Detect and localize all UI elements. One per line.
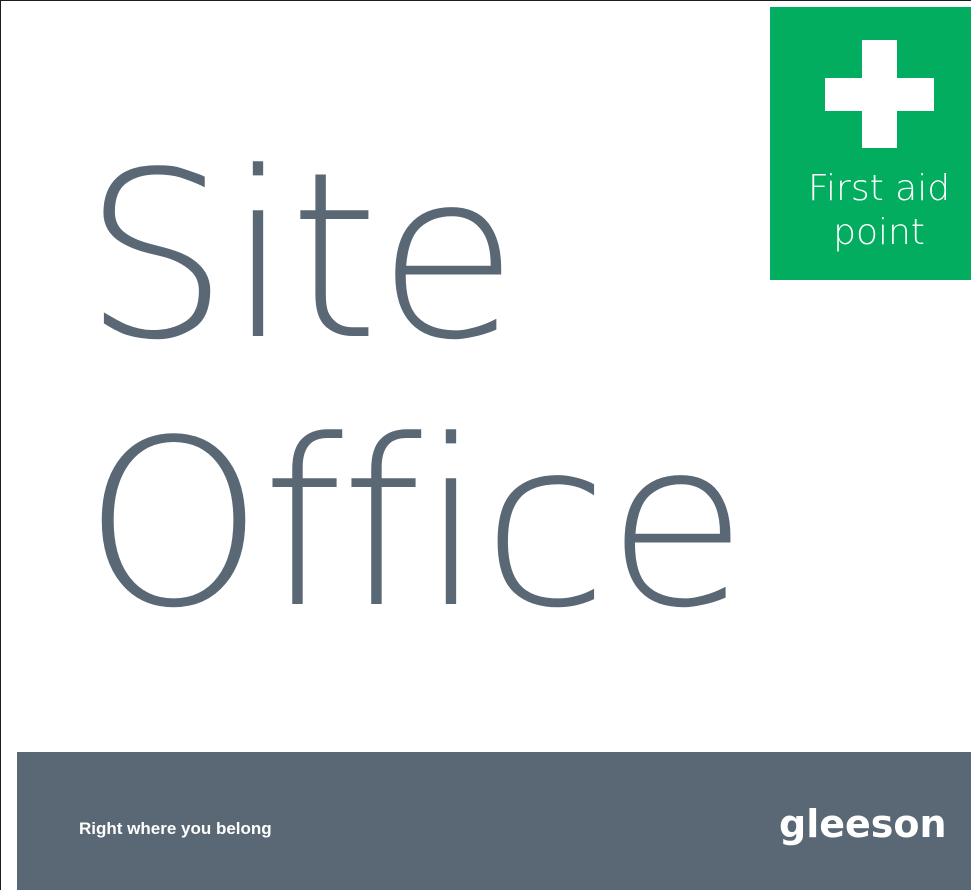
first-aid-point-panel: First aid point — [770, 7, 971, 280]
site-office-sign: First aid point Site Office Right where … — [0, 0, 971, 890]
first-aid-cross-icon — [825, 40, 934, 148]
sign-title-line-2: Office — [83, 392, 748, 659]
tagline: Right where you belong — [79, 819, 272, 838]
gleeson-logo: gleeson — [779, 802, 947, 846]
footer-band: Right where you belong gleeson — [17, 752, 971, 890]
sign-title-line-1: Site — [83, 124, 519, 391]
first-aid-label: First aid point — [807, 168, 951, 253]
